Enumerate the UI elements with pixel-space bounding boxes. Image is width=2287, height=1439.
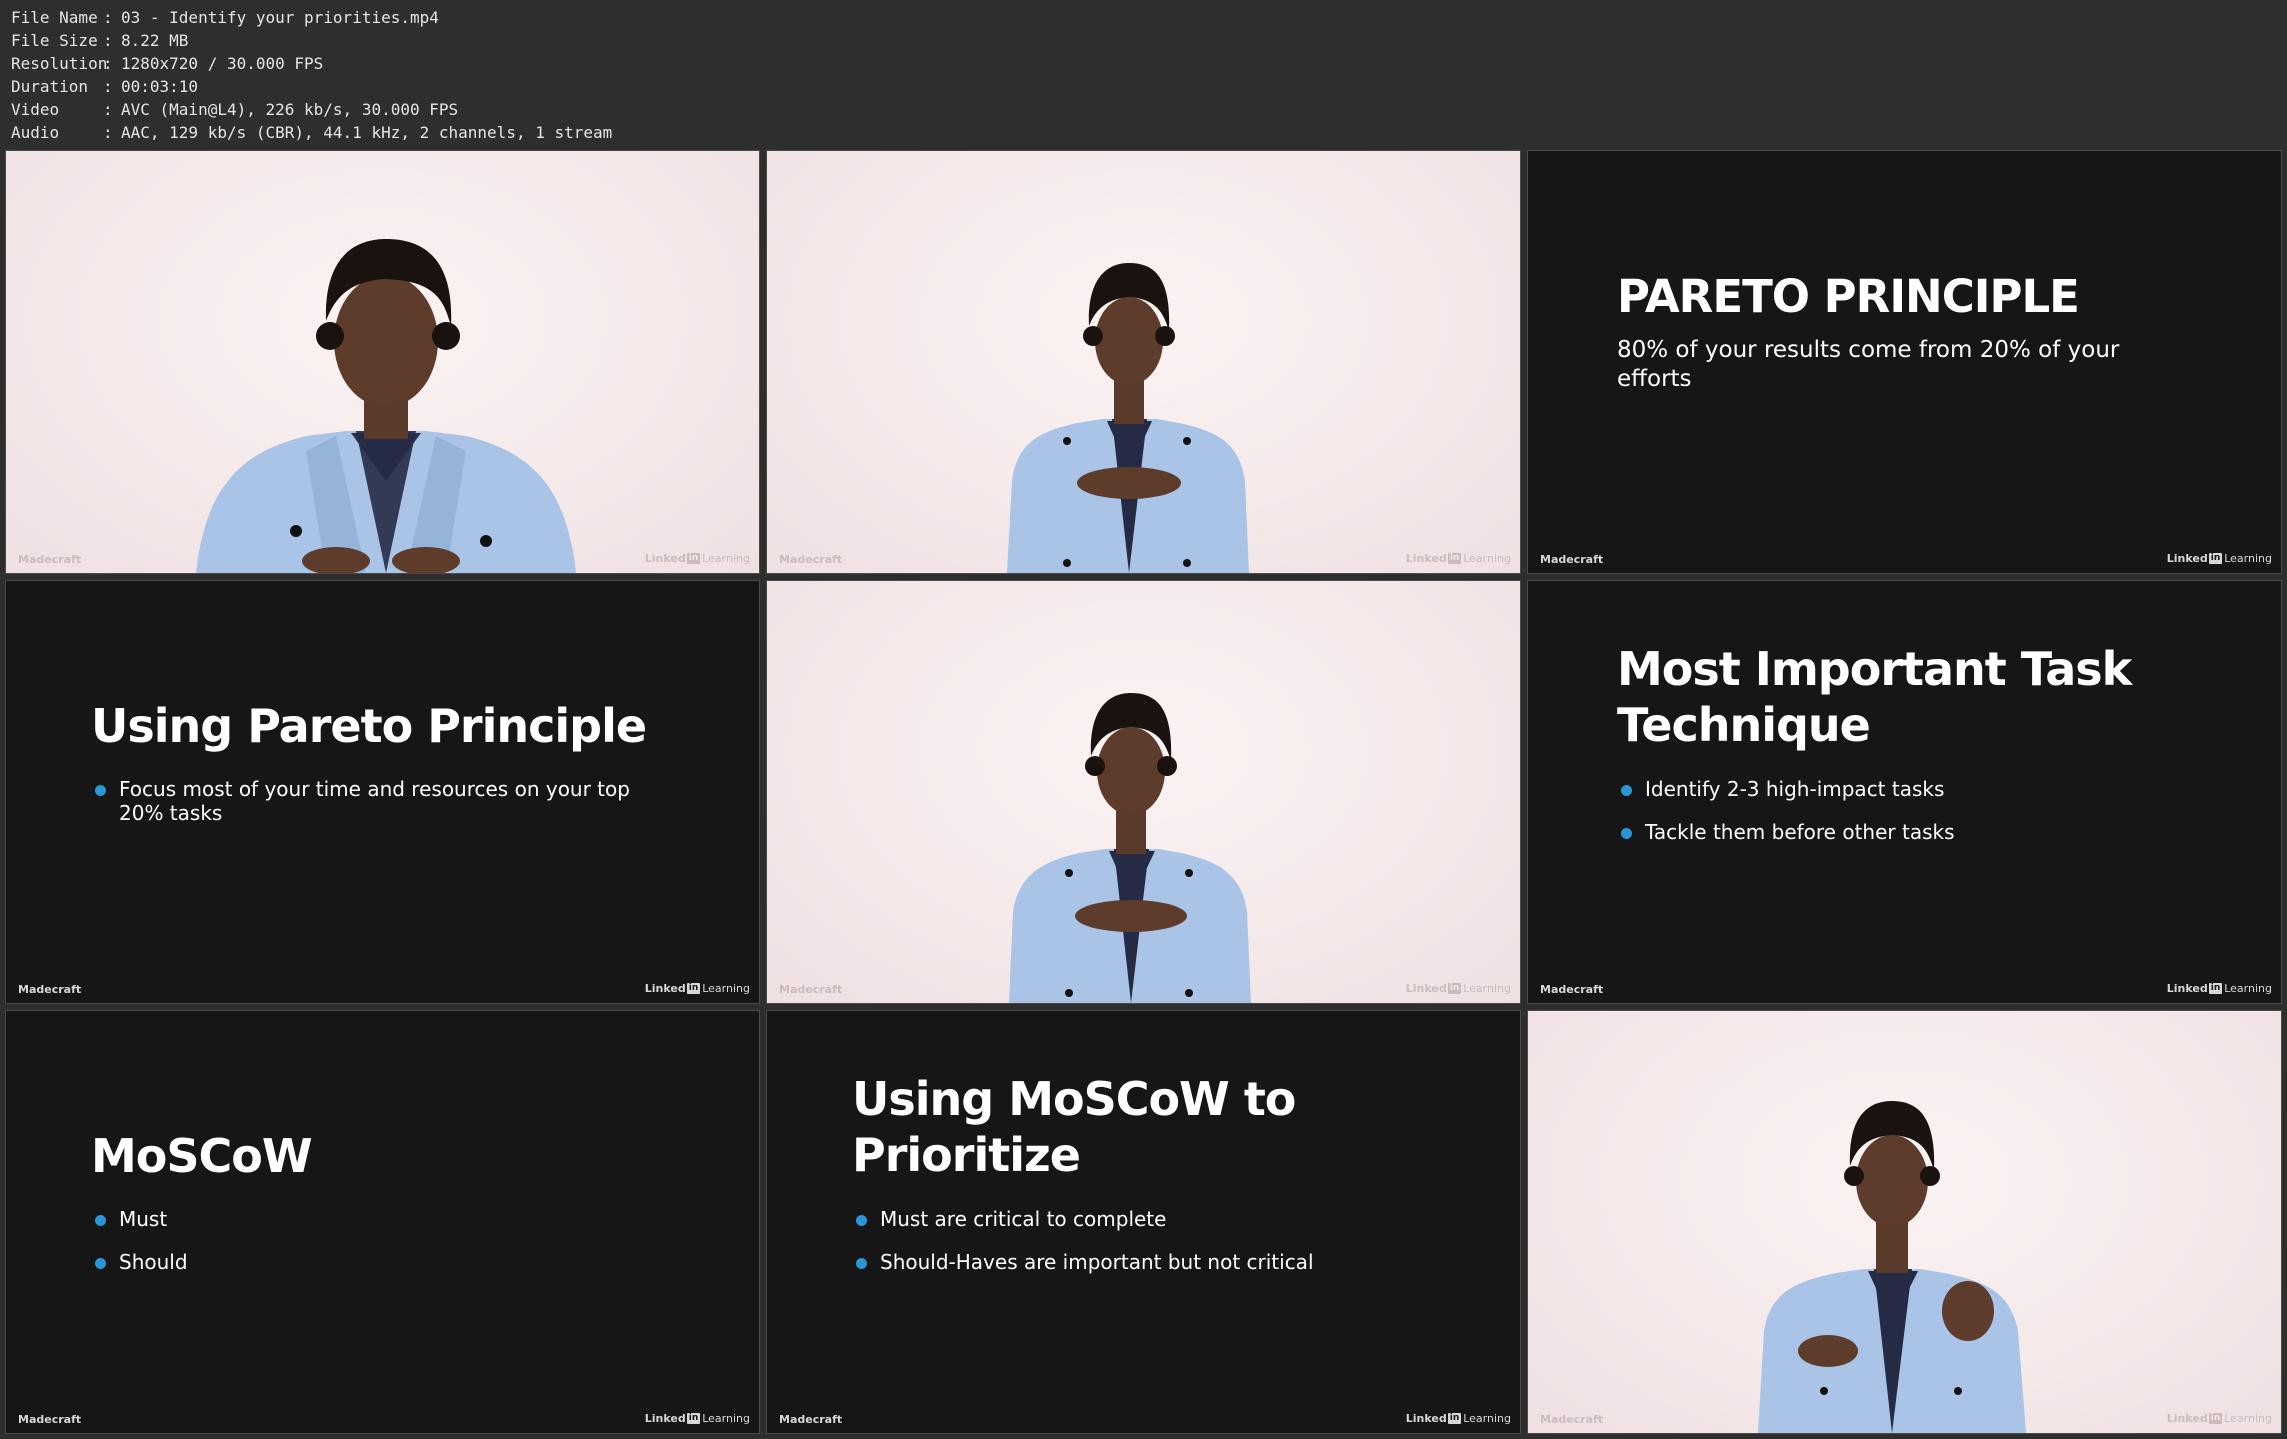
slide-bullet-list: Must Should — [91, 1207, 651, 1293]
slide-title: Using MoSCoW to Prioritize — [852, 1072, 1296, 1182]
madecraft-watermark: Madecraft — [1540, 983, 1604, 996]
thumbnail-presenter-2[interactable]: Madecraft Linked in Learning — [767, 151, 1520, 573]
file-info-key: File Name — [11, 8, 98, 27]
slide-most-important-task[interactable]: Most Important Task Technique Identify 2… — [1528, 581, 2281, 1003]
file-info-value: 8.22 MB — [121, 31, 189, 50]
file-info-panel: File Name:03 - Identify your priorities.… — [11, 6, 612, 144]
thumbnail-presenter-1[interactable]: Madecraft Linked in Learning — [6, 151, 759, 573]
list-item: Must — [91, 1207, 651, 1231]
file-info-key: Duration — [11, 77, 89, 96]
slide-using-moscow[interactable]: Using MoSCoW to Prioritize Must are crit… — [767, 1011, 1520, 1433]
list-item: Tackle them before other tasks — [1617, 820, 2177, 844]
thumbnail-presenter-3[interactable]: Madecraft Linked in Learning — [767, 581, 1520, 1003]
file-info-row: Audio: AAC, 129 kb/s (CBR), 44.1 kHz, 2 c… — [11, 123, 613, 142]
file-info-key: Video — [11, 100, 60, 119]
presenter-image — [1758, 1101, 2026, 1433]
file-info-key: Audio — [11, 123, 60, 142]
slide-moscow[interactable]: MoSCoW Must Should Madecraft Linked in Lea… — [6, 1011, 759, 1433]
bullet-dot-icon — [856, 1215, 867, 1226]
file-info-row: Duration:00:03:10 — [11, 77, 199, 96]
madecraft-watermark: Madecraft — [779, 1413, 843, 1426]
file-info-value: AVC (Main@L4), 226 kb/s, 30.000 FPS — [121, 100, 459, 119]
file-info-value: 03 - Identify your priorities.mp4 — [121, 8, 439, 27]
presenter-image — [196, 239, 576, 573]
thumbnail-presenter-4[interactable]: Madecraft Linked in Learning — [1528, 1011, 2281, 1433]
list-item: Must are critical to complete — [852, 1207, 1452, 1231]
list-item: Focus most of your time and resources on… — [91, 777, 651, 825]
thumbnail-grid: Madecraft Linked in Learning Madecraft Lin… — [6, 151, 2281, 1433]
file-info-value: AAC, 129 kb/s (CBR), 44.1 kHz, 2 channel… — [121, 123, 613, 142]
slide-title: PARETO PRINCIPLE — [1617, 270, 2080, 323]
linkedin-learning-logo: Linked in Learning — [2166, 552, 2272, 565]
bullet-dot-icon — [1621, 828, 1632, 839]
presenter-image — [1007, 263, 1249, 573]
slide-bullet-list: Identify 2-3 high-impact tasks Tackle th… — [1617, 777, 2177, 863]
madecraft-watermark: Madecraft — [1540, 1413, 1604, 1426]
file-info-key: File Size — [11, 31, 98, 50]
madecraft-watermark: Madecraft — [1540, 553, 1604, 566]
linkedin-learning-logo: Linked in Learning — [2166, 1412, 2272, 1425]
linkedin-learning-logo: Linked in Learning — [644, 552, 750, 565]
linkedin-learning-logo: Linked in Learning — [1405, 1412, 1511, 1425]
slide-bullet-list: Must are critical to complete Should-Hav… — [852, 1207, 1452, 1293]
slide-bullet-list: Focus most of your time and resources on… — [91, 777, 651, 844]
slide-title: Using Pareto Principle — [91, 699, 647, 753]
slide-pareto-principle[interactable]: PARETO PRINCIPLE 80% of your results com… — [1528, 151, 2281, 573]
linkedin-learning-logo: Linked in Learning — [644, 1412, 750, 1425]
list-item: Should-Haves are important but not criti… — [852, 1250, 1452, 1274]
file-info-value: 1280x720 / 30.000 FPS — [121, 54, 324, 73]
linkedin-learning-logo: Linked in Learning — [1405, 552, 1511, 565]
list-item: Identify 2-3 high-impact tasks — [1617, 777, 2177, 801]
file-info-row: File Name:03 - Identify your priorities.… — [11, 8, 439, 27]
file-info-row: File Size:8.22 MB — [11, 31, 189, 50]
madecraft-watermark: Madecraft — [18, 983, 82, 996]
file-info-row: Resolution:1280x720 / 30.000 FPS — [11, 54, 324, 73]
bullet-dot-icon — [95, 1258, 106, 1269]
file-info-value: 00:03:10 — [121, 77, 199, 96]
bullet-dot-icon — [1621, 785, 1632, 796]
list-item: Should — [91, 1250, 651, 1274]
madecraft-watermark: Madecraft — [779, 983, 843, 996]
linkedin-learning-logo: Linked in Learning — [644, 982, 750, 995]
file-info-row: Video: AVC (Main@L4), 226 kb/s, 30.000 FP… — [11, 100, 459, 119]
bullet-dot-icon — [856, 1258, 867, 1269]
bullet-dot-icon — [95, 785, 106, 796]
file-info-key: Resolution — [11, 54, 108, 73]
linkedin-learning-logo: Linked in Learning — [1405, 982, 1511, 995]
madecraft-watermark: Madecraft — [779, 553, 843, 566]
slide-title: MoSCoW — [91, 1129, 313, 1183]
madecraft-watermark: Madecraft — [18, 1413, 82, 1426]
slide-using-pareto[interactable]: Using Pareto Principle Focus most of you… — [6, 581, 759, 1003]
bullet-dot-icon — [95, 1215, 106, 1226]
linkedin-learning-logo: Linked in Learning — [2166, 982, 2272, 995]
presenter-image — [1009, 693, 1251, 1003]
madecraft-watermark: Madecraft — [18, 553, 82, 566]
slide-title: Most Important Task Technique — [1617, 642, 2132, 752]
slide-subtitle: 80% of your results come from 20% of you… — [1617, 337, 2120, 392]
